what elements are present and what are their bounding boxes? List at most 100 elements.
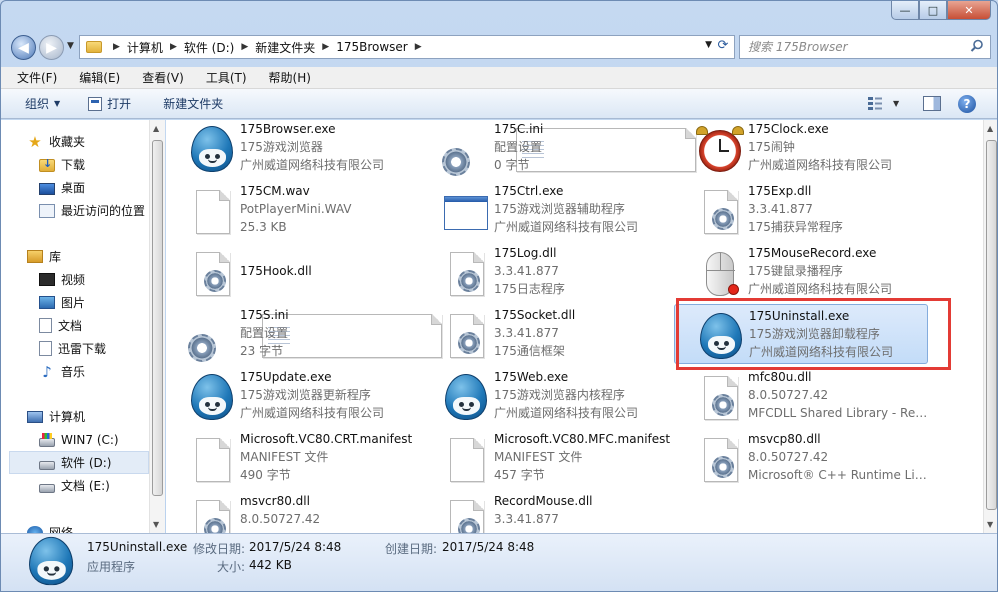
- file-name: RecordMouse.dll: [494, 494, 593, 508]
- file-item[interactable]: Microsoft.VC80.MFC.manifest MANIFEST 文件 45…: [420, 428, 674, 488]
- nav-drive-d[interactable]: 软件 (D:): [9, 451, 149, 474]
- breadcrumb-computer[interactable]: 计算机 ▶: [127, 39, 184, 56]
- organize-button[interactable]: 组织 ▼: [17, 92, 68, 115]
- new-folder-button[interactable]: 新建文件夹: [155, 92, 231, 115]
- file-name: 175Update.exe: [240, 370, 332, 384]
- file-name: 175Ctrl.exe: [494, 184, 564, 198]
- file-description: 配置设置: [240, 326, 289, 340]
- file-description: 175游戏浏览器辅助程序: [494, 202, 625, 216]
- preview-pane-icon[interactable]: [923, 96, 941, 111]
- nav-libraries[interactable]: 库: [1, 245, 149, 268]
- file-name: mfc80u.dll: [748, 370, 812, 384]
- file-name: msvcp80.dll: [748, 432, 821, 446]
- open-button[interactable]: 打开: [80, 92, 139, 115]
- file-detail: 490 字节: [240, 468, 291, 482]
- file-description: 3.3.41.877: [494, 512, 559, 526]
- breadcrumb-new-folder[interactable]: 新建文件夹 ▶: [255, 39, 336, 56]
- file-item[interactable]: Microsoft.VC80.CRT.manifest MANIFEST 文件 49…: [166, 428, 420, 488]
- file-list-scrollbar[interactable]: ▲ ▼: [983, 120, 997, 533]
- nav-drive-e[interactable]: 文档 (E:): [1, 474, 149, 497]
- file-item[interactable]: 175Socket.dll 3.3.41.877 175通信框架: [420, 304, 674, 364]
- nav-drive-c[interactable]: WIN7 (C:): [1, 428, 149, 451]
- selected-file-icon: [26, 536, 74, 586]
- nav-recent-places[interactable]: 最近访问的位置: [1, 199, 149, 222]
- search-input[interactable]: [748, 40, 958, 54]
- back-button[interactable]: ◀: [11, 35, 36, 60]
- blank-file-icon: [188, 436, 236, 484]
- menu-view[interactable]: 查看(V): [138, 67, 188, 88]
- file-detail: 广州威道网络科技有限公司: [240, 158, 385, 172]
- file-item[interactable]: 175S.ini 配置设置 23 字节: [166, 304, 442, 364]
- file-item[interactable]: 175Web.exe 175游戏浏览器内核程序 广州威道网络科技有限公司: [420, 366, 674, 426]
- menu-file[interactable]: 文件(F): [13, 67, 61, 88]
- file-item[interactable]: 175Hook.dll: [166, 242, 420, 302]
- scroll-down-icon[interactable]: ▼: [987, 520, 993, 529]
- file-item[interactable]: 175Clock.exe 175闹钟 广州威道网络科技有限公司: [674, 120, 928, 178]
- minimize-button[interactable]: —: [891, 1, 919, 20]
- nav-thunder-downloads[interactable]: 迅雷下载: [1, 337, 149, 360]
- change-view-icon[interactable]: [867, 96, 883, 112]
- menu-tools[interactable]: 工具(T): [202, 67, 251, 88]
- file-item[interactable]: 175Update.exe 175游戏浏览器更新程序 广州威道网络科技有限公司: [166, 366, 420, 426]
- nav-music[interactable]: ♪ 音乐: [1, 360, 149, 383]
- file-detail: MFCDLL Shared Library - Retai...: [748, 406, 928, 420]
- file-detail: 23 字节: [240, 344, 284, 358]
- address-history-dropdown[interactable]: ▼: [705, 40, 712, 50]
- nav-desktop[interactable]: 桌面: [1, 176, 149, 199]
- file-item[interactable]: msvcr80.dll 8.0.50727.42: [166, 490, 420, 533]
- scroll-down-icon[interactable]: ▼: [153, 520, 159, 529]
- file-item[interactable]: mfc80u.dll 8.0.50727.42 MFCDLL Shared Libr…: [674, 366, 928, 426]
- red-highlight-box: [676, 298, 951, 370]
- breadcrumb-175browser[interactable]: 175Browser ▶: [336, 40, 428, 54]
- chevron-right-icon[interactable]: ▶: [241, 42, 248, 52]
- file-detail: 广州威道网络科技有限公司: [494, 220, 639, 234]
- file-item[interactable]: 175Ctrl.exe 175游戏浏览器辅助程序 广州威道网络科技有限公司: [420, 180, 674, 240]
- file-item[interactable]: 175Log.dll 3.3.41.877 175日志程序: [420, 242, 674, 302]
- file-item[interactable]: RecordMouse.dll 3.3.41.877: [420, 490, 674, 533]
- file-name: 175Log.dll: [494, 246, 557, 260]
- scrollbar-thumb[interactable]: [986, 140, 997, 510]
- file-item[interactable]: 175Exp.dll 3.3.41.877 175捕获异常程序: [674, 180, 928, 240]
- chevron-right-icon[interactable]: ▶: [415, 42, 422, 52]
- maximize-button[interactable]: □: [919, 1, 947, 20]
- search-box[interactable]: [739, 35, 991, 59]
- file-item[interactable]: 175MouseRecord.exe 175键鼠录播程序 广州威道网络科技有限公司: [674, 242, 928, 302]
- help-icon[interactable]: ?: [958, 95, 976, 113]
- picture-icon: [39, 296, 55, 309]
- menu-edit[interactable]: 编辑(E): [75, 67, 124, 88]
- recent-pages-dropdown[interactable]: ▼: [67, 41, 74, 51]
- nav-pictures[interactable]: 图片: [1, 291, 149, 314]
- file-description: 175闹钟: [748, 140, 795, 154]
- file-item[interactable]: msvcp80.dll 8.0.50727.42 Microsoft® C++ Ru…: [674, 428, 928, 488]
- details-file-type: 应用程序: [87, 560, 136, 574]
- close-button[interactable]: ✕: [947, 1, 991, 20]
- address-bar[interactable]: ▶ 计算机 ▶ 软件 (D:) ▶ 新建文件夹 ▶ 175Browser ▶ ▼ ⟳: [79, 35, 735, 59]
- scroll-up-icon[interactable]: ▲: [153, 124, 159, 133]
- video-icon: [39, 273, 55, 286]
- chevron-right-icon[interactable]: ▶: [322, 42, 329, 52]
- nav-videos[interactable]: 视频: [1, 268, 149, 291]
- scrollbar-thumb[interactable]: [152, 140, 163, 496]
- breadcrumb-drive-d[interactable]: 软件 (D:) ▶: [184, 39, 255, 56]
- menu-help[interactable]: 帮助(H): [265, 67, 315, 88]
- file-detail: 0 字节: [494, 158, 530, 172]
- file-name: 175Hook.dll: [240, 264, 312, 278]
- file-item[interactable]: 175C.ini 配置设置 0 字节: [420, 120, 696, 178]
- file-name: 175MouseRecord.exe: [748, 246, 877, 260]
- nav-downloads[interactable]: 下载: [1, 153, 149, 176]
- nav-favorites[interactable]: ★ 收藏夹: [1, 130, 149, 153]
- dll-gear-icon: [442, 250, 490, 298]
- chevron-right-icon[interactable]: ▶: [170, 42, 177, 52]
- refresh-icon[interactable]: ⟳: [714, 38, 732, 56]
- forward-button[interactable]: ▶: [39, 35, 64, 60]
- view-options-dropdown[interactable]: ▼: [893, 99, 899, 108]
- search-icon[interactable]: [970, 39, 984, 53]
- file-item[interactable]: 175CM.wav PotPlayerMini.WAV 25.3 KB: [166, 180, 420, 240]
- file-detail: 广州威道网络科技有限公司: [494, 406, 639, 420]
- file-description: 3.3.41.877: [748, 202, 813, 216]
- nav-computer[interactable]: 计算机: [1, 405, 149, 428]
- nav-documents[interactable]: 文档: [1, 314, 149, 337]
- scroll-up-icon[interactable]: ▲: [987, 124, 993, 133]
- nav-scrollbar[interactable]: ▲ ▼: [149, 120, 165, 533]
- file-item[interactable]: 175Browser.exe 175游戏浏览器 广州威道网络科技有限公司: [166, 120, 420, 178]
